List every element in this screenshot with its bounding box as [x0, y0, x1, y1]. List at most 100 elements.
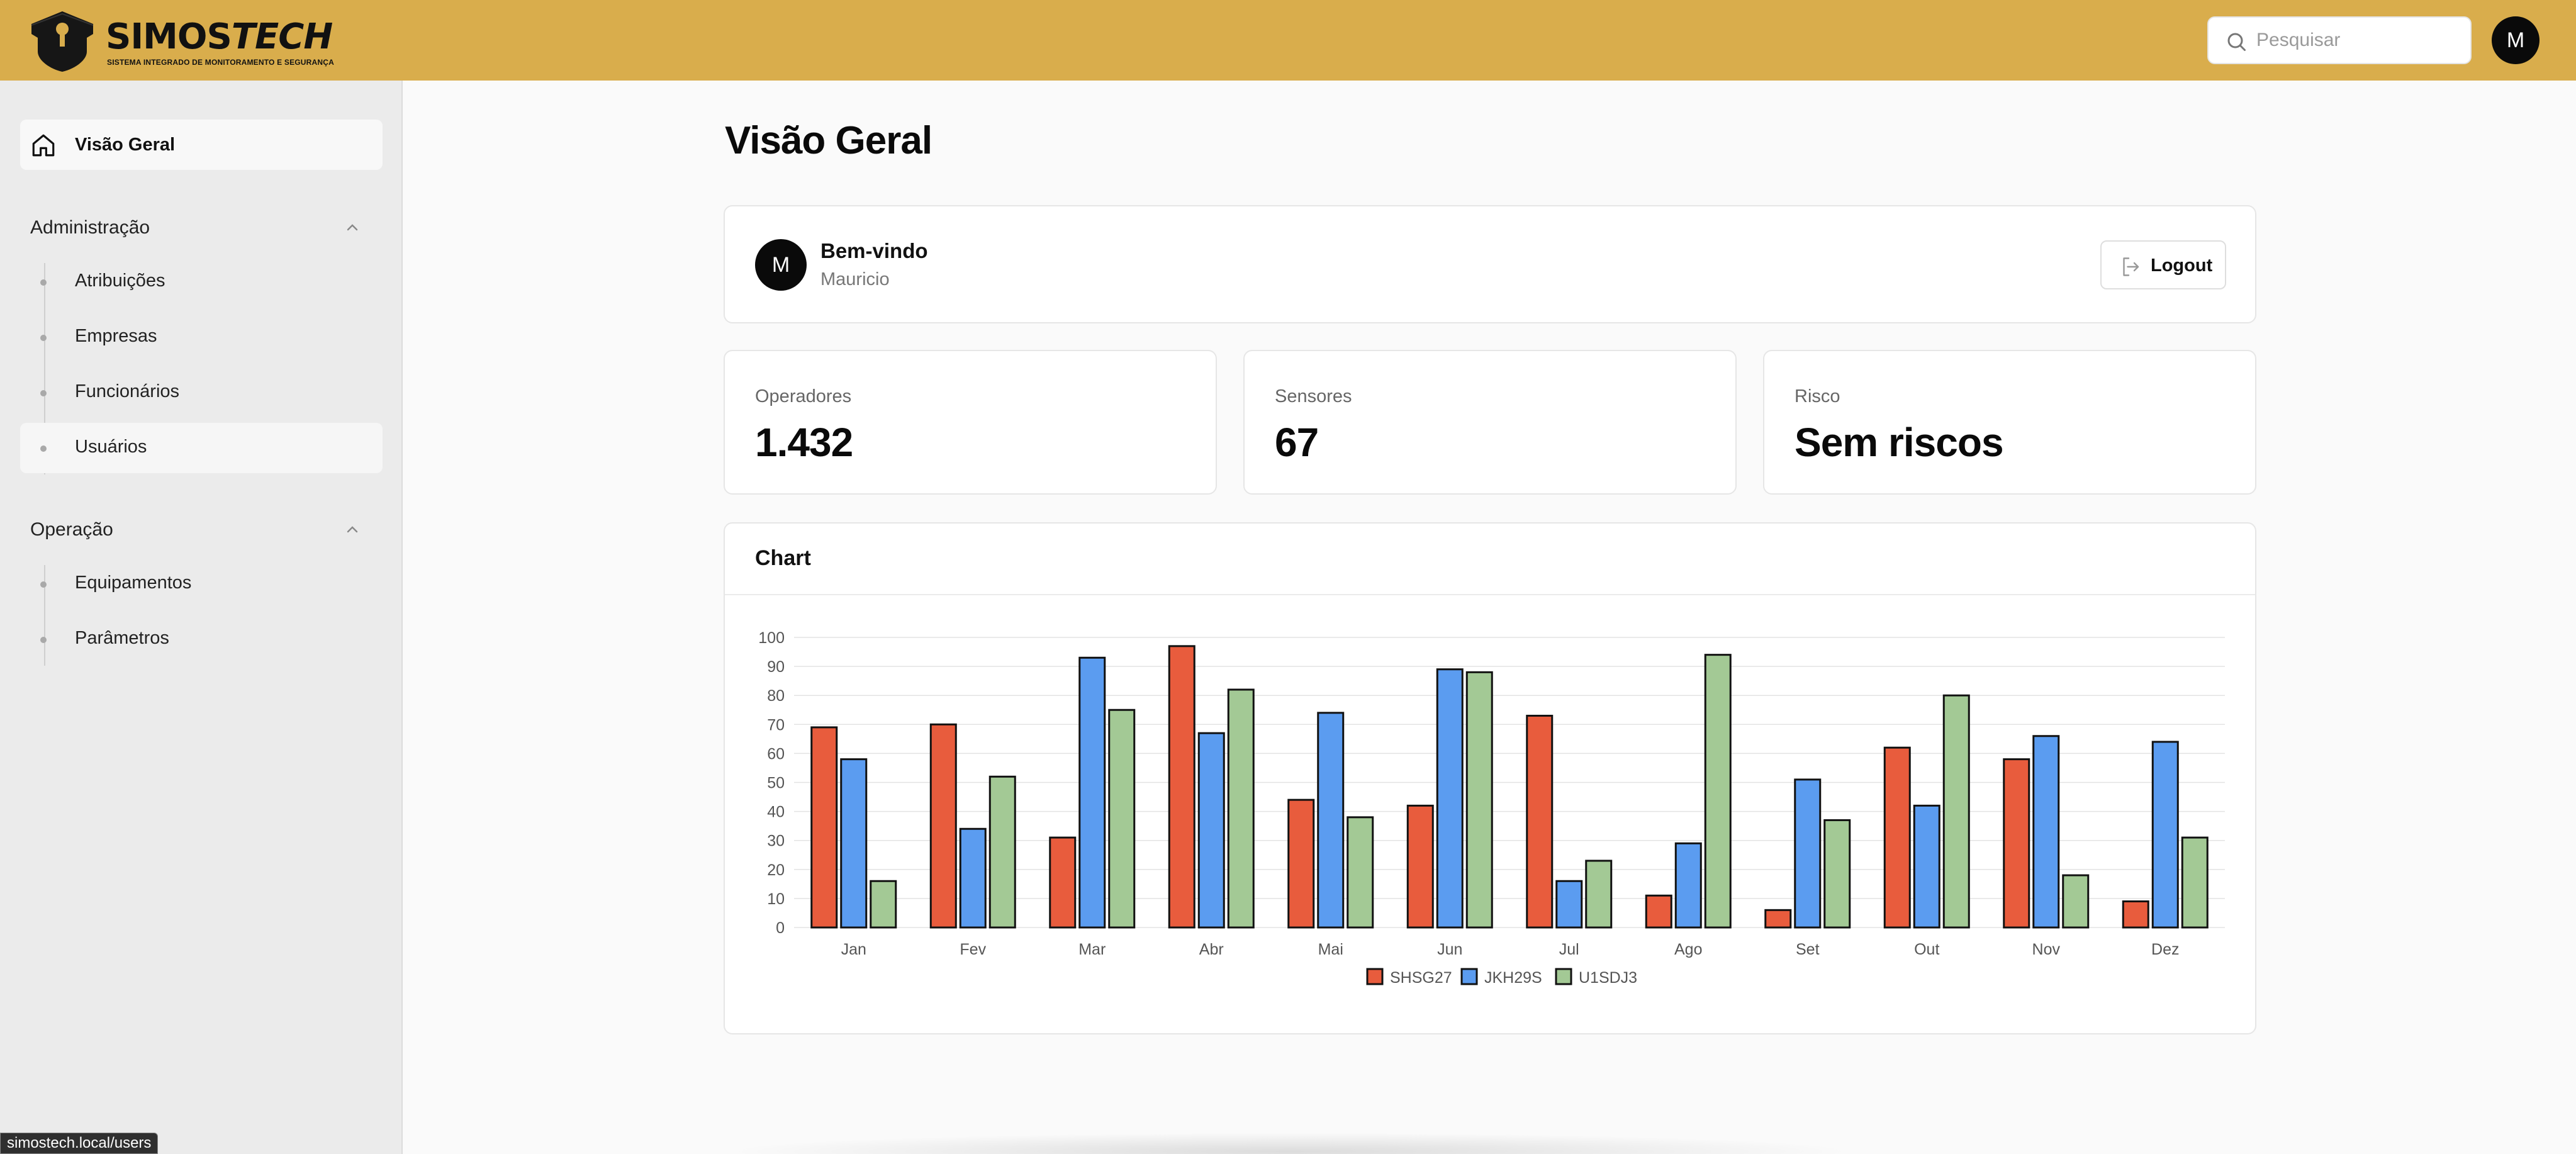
sidebar-item-label: Visão Geral	[75, 134, 176, 155]
bar-u1sdj3-out	[1942, 694, 1970, 929]
bar-shsg27-jan	[810, 726, 838, 929]
sidebar-group-administracao[interactable]: Administração	[30, 209, 372, 247]
legend-swatch	[1366, 968, 1384, 985]
stat-label: Operadores	[755, 386, 852, 406]
stat-value: 67	[1275, 420, 1319, 465]
sidebar-item-label: Equipamentos	[75, 573, 192, 593]
y-tick-label: 90	[767, 658, 785, 676]
x-tick-label: Out	[1914, 941, 1939, 958]
bar-u1sdj3-abr	[1227, 688, 1255, 929]
bar-jkh29s-out	[1913, 804, 1940, 929]
brand-tagline: SISTEMA INTEGRADO DE MONITORAMENTO E SEG…	[107, 58, 334, 67]
bar-shsg27-abr	[1168, 645, 1196, 929]
y-tick-label: 100	[758, 629, 785, 647]
y-tick-label: 10	[767, 890, 785, 908]
bar-shsg27-out	[1883, 746, 1911, 929]
bar-shsg27-set	[1764, 909, 1792, 929]
bar-jkh29s-fev	[959, 827, 987, 929]
stat-value: Sem riscos	[1795, 420, 2004, 465]
scroll-shadow	[724, 1133, 1856, 1154]
sidebar: Visão Geral Administração Atribuições Em…	[0, 81, 403, 1154]
bullet-dot	[40, 581, 47, 588]
bar-jkh29s-jun	[1436, 668, 1464, 929]
logout-icon	[2123, 257, 2139, 276]
bar-u1sdj3-jan	[870, 880, 897, 929]
bullet-dot	[40, 390, 47, 396]
bar-jkh29s-mai	[1317, 712, 1345, 929]
legend-label: SHSG27	[1390, 969, 1452, 987]
y-tick-label: 20	[767, 861, 785, 879]
bar-jkh29s-set	[1794, 778, 1822, 929]
stat-card-risco: Risco Sem riscos	[1763, 350, 2256, 495]
y-tick-label: 40	[767, 804, 785, 821]
x-tick-label: Abr	[1199, 941, 1224, 958]
bar-jkh29s-mar	[1078, 656, 1106, 929]
bar-jkh29s-jan	[840, 758, 868, 929]
avatar: M	[755, 239, 807, 291]
brand-accent: TECH	[231, 16, 333, 57]
x-tick-label: Dez	[2151, 941, 2179, 958]
x-tick-label: Fev	[960, 941, 986, 958]
x-tick-label: Jan	[841, 941, 866, 958]
bar-u1sdj3-dez	[2181, 836, 2209, 929]
sidebar-item-usuarios[interactable]: Usuários	[20, 423, 383, 473]
bar-shsg27-jul	[1526, 714, 1554, 929]
x-tick-label: Ago	[1674, 941, 1702, 958]
home-icon	[32, 134, 55, 157]
y-tick-label: 80	[767, 687, 785, 705]
bullet-dot	[40, 279, 47, 286]
legend-swatch	[1555, 968, 1572, 985]
bar-jkh29s-nov	[2032, 735, 2060, 929]
logout-button[interactable]: Logout	[2100, 240, 2226, 289]
bar-shsg27-nov	[2003, 758, 2030, 929]
sidebar-item-label: Atribuições	[75, 271, 165, 291]
stat-label: Risco	[1795, 386, 1840, 406]
y-tick-label: 50	[767, 775, 785, 792]
legend-swatch	[1460, 968, 1478, 985]
x-tick-label: Jul	[1559, 941, 1579, 958]
page-title: Visão Geral	[725, 119, 932, 162]
stat-label: Sensores	[1275, 386, 1352, 406]
sidebar-item-label: Empresas	[75, 326, 157, 346]
welcome-user-name: Mauricio	[820, 269, 890, 289]
brand-wordmark: SIMOSTECH	[106, 16, 333, 57]
status-url-tooltip: simostech.local/users	[0, 1133, 159, 1154]
x-tick-label: Nov	[2032, 941, 2061, 958]
sidebar-item-parametros[interactable]: Parâmetros	[20, 614, 383, 664]
welcome-card: M Bem-vindo Mauricio Logout	[724, 205, 2256, 323]
bar-jkh29s-ago	[1674, 842, 1702, 929]
sidebar-item-equipamentos[interactable]: Equipamentos	[20, 559, 383, 609]
bar-jkh29s-jul	[1555, 880, 1583, 929]
sidebar-group-operacao[interactable]: Operação	[30, 511, 372, 549]
bar-shsg27-fev	[929, 723, 957, 929]
bar-u1sdj3-mar	[1108, 709, 1136, 929]
y-tick-label: 0	[776, 919, 785, 937]
sidebar-item-visao-geral[interactable]: Visão Geral	[20, 120, 383, 170]
brand-logo[interactable]: SIMOSTECH SISTEMA INTEGRADO DE MONITORAM…	[28, 8, 334, 73]
stat-value: 1.432	[755, 420, 853, 465]
shield-logo-icon	[31, 11, 94, 72]
bar-u1sdj3-nov	[2062, 874, 2090, 929]
bar-u1sdj3-ago	[1704, 654, 1732, 929]
bar-shsg27-mai	[1287, 798, 1315, 929]
bar-shsg27-jun	[1406, 804, 1434, 929]
y-tick-label: 60	[767, 745, 785, 763]
sidebar-item-empresas[interactable]: Empresas	[20, 312, 383, 362]
x-tick-label: Mar	[1078, 941, 1106, 958]
sidebar-item-atribuicoes[interactable]: Atribuições	[20, 257, 383, 307]
y-tick-label: 70	[767, 716, 785, 734]
user-avatar[interactable]: M	[2492, 16, 2540, 64]
bar-chart: 0 10 20 30 40 50 60 70 80 90 100 Jan Fev Mar Abr Mai Jun…	[758, 629, 2225, 987]
search-input[interactable]	[2256, 26, 2458, 54]
x-tick-label: Mai	[1318, 941, 1343, 958]
sidebar-group-label: Operação	[30, 519, 113, 540]
y-tick-label: 30	[767, 832, 785, 850]
bar-u1sdj3-set	[1823, 819, 1851, 929]
search-box[interactable]	[2207, 16, 2472, 64]
sidebar-item-funcionarios[interactable]: Funcionários	[20, 367, 383, 418]
bullet-dot	[40, 335, 47, 341]
search-icon	[2227, 33, 2246, 51]
stat-card-sensores: Sensores 67	[1243, 350, 1737, 495]
sidebar-group-label: Administração	[30, 217, 150, 238]
stat-card-operadores: Operadores 1.432	[724, 350, 1217, 495]
